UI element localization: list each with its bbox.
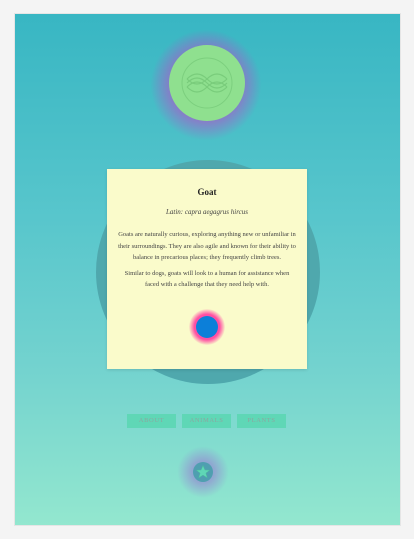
- card-paragraph-2: Similar to dogs, goats will look to a hu…: [124, 269, 290, 289]
- knot-logo-icon: [181, 57, 233, 109]
- star-icon: [195, 464, 211, 479]
- plants-button[interactable]: PLANTS: [237, 414, 286, 428]
- animals-button[interactable]: ANIMALS: [182, 414, 231, 428]
- nav-bar: ABOUT ANIMALS PLANTS: [127, 414, 286, 428]
- card-title: Goat: [197, 187, 217, 197]
- about-button[interactable]: ABOUT: [127, 414, 176, 428]
- app-frame: Goat Latin: capra aegagrus hircus Goats …: [15, 14, 400, 525]
- logo[interactable]: [169, 45, 245, 121]
- card-action-button[interactable]: [196, 316, 218, 338]
- card-latin-name: Latin: capra aegagrus hircus: [166, 208, 248, 216]
- favorite-button[interactable]: [193, 462, 213, 482]
- card-paragraph-1: Goats are naturally curious, exploring a…: [118, 231, 296, 261]
- animal-card: Goat Latin: capra aegagrus hircus Goats …: [107, 169, 307, 369]
